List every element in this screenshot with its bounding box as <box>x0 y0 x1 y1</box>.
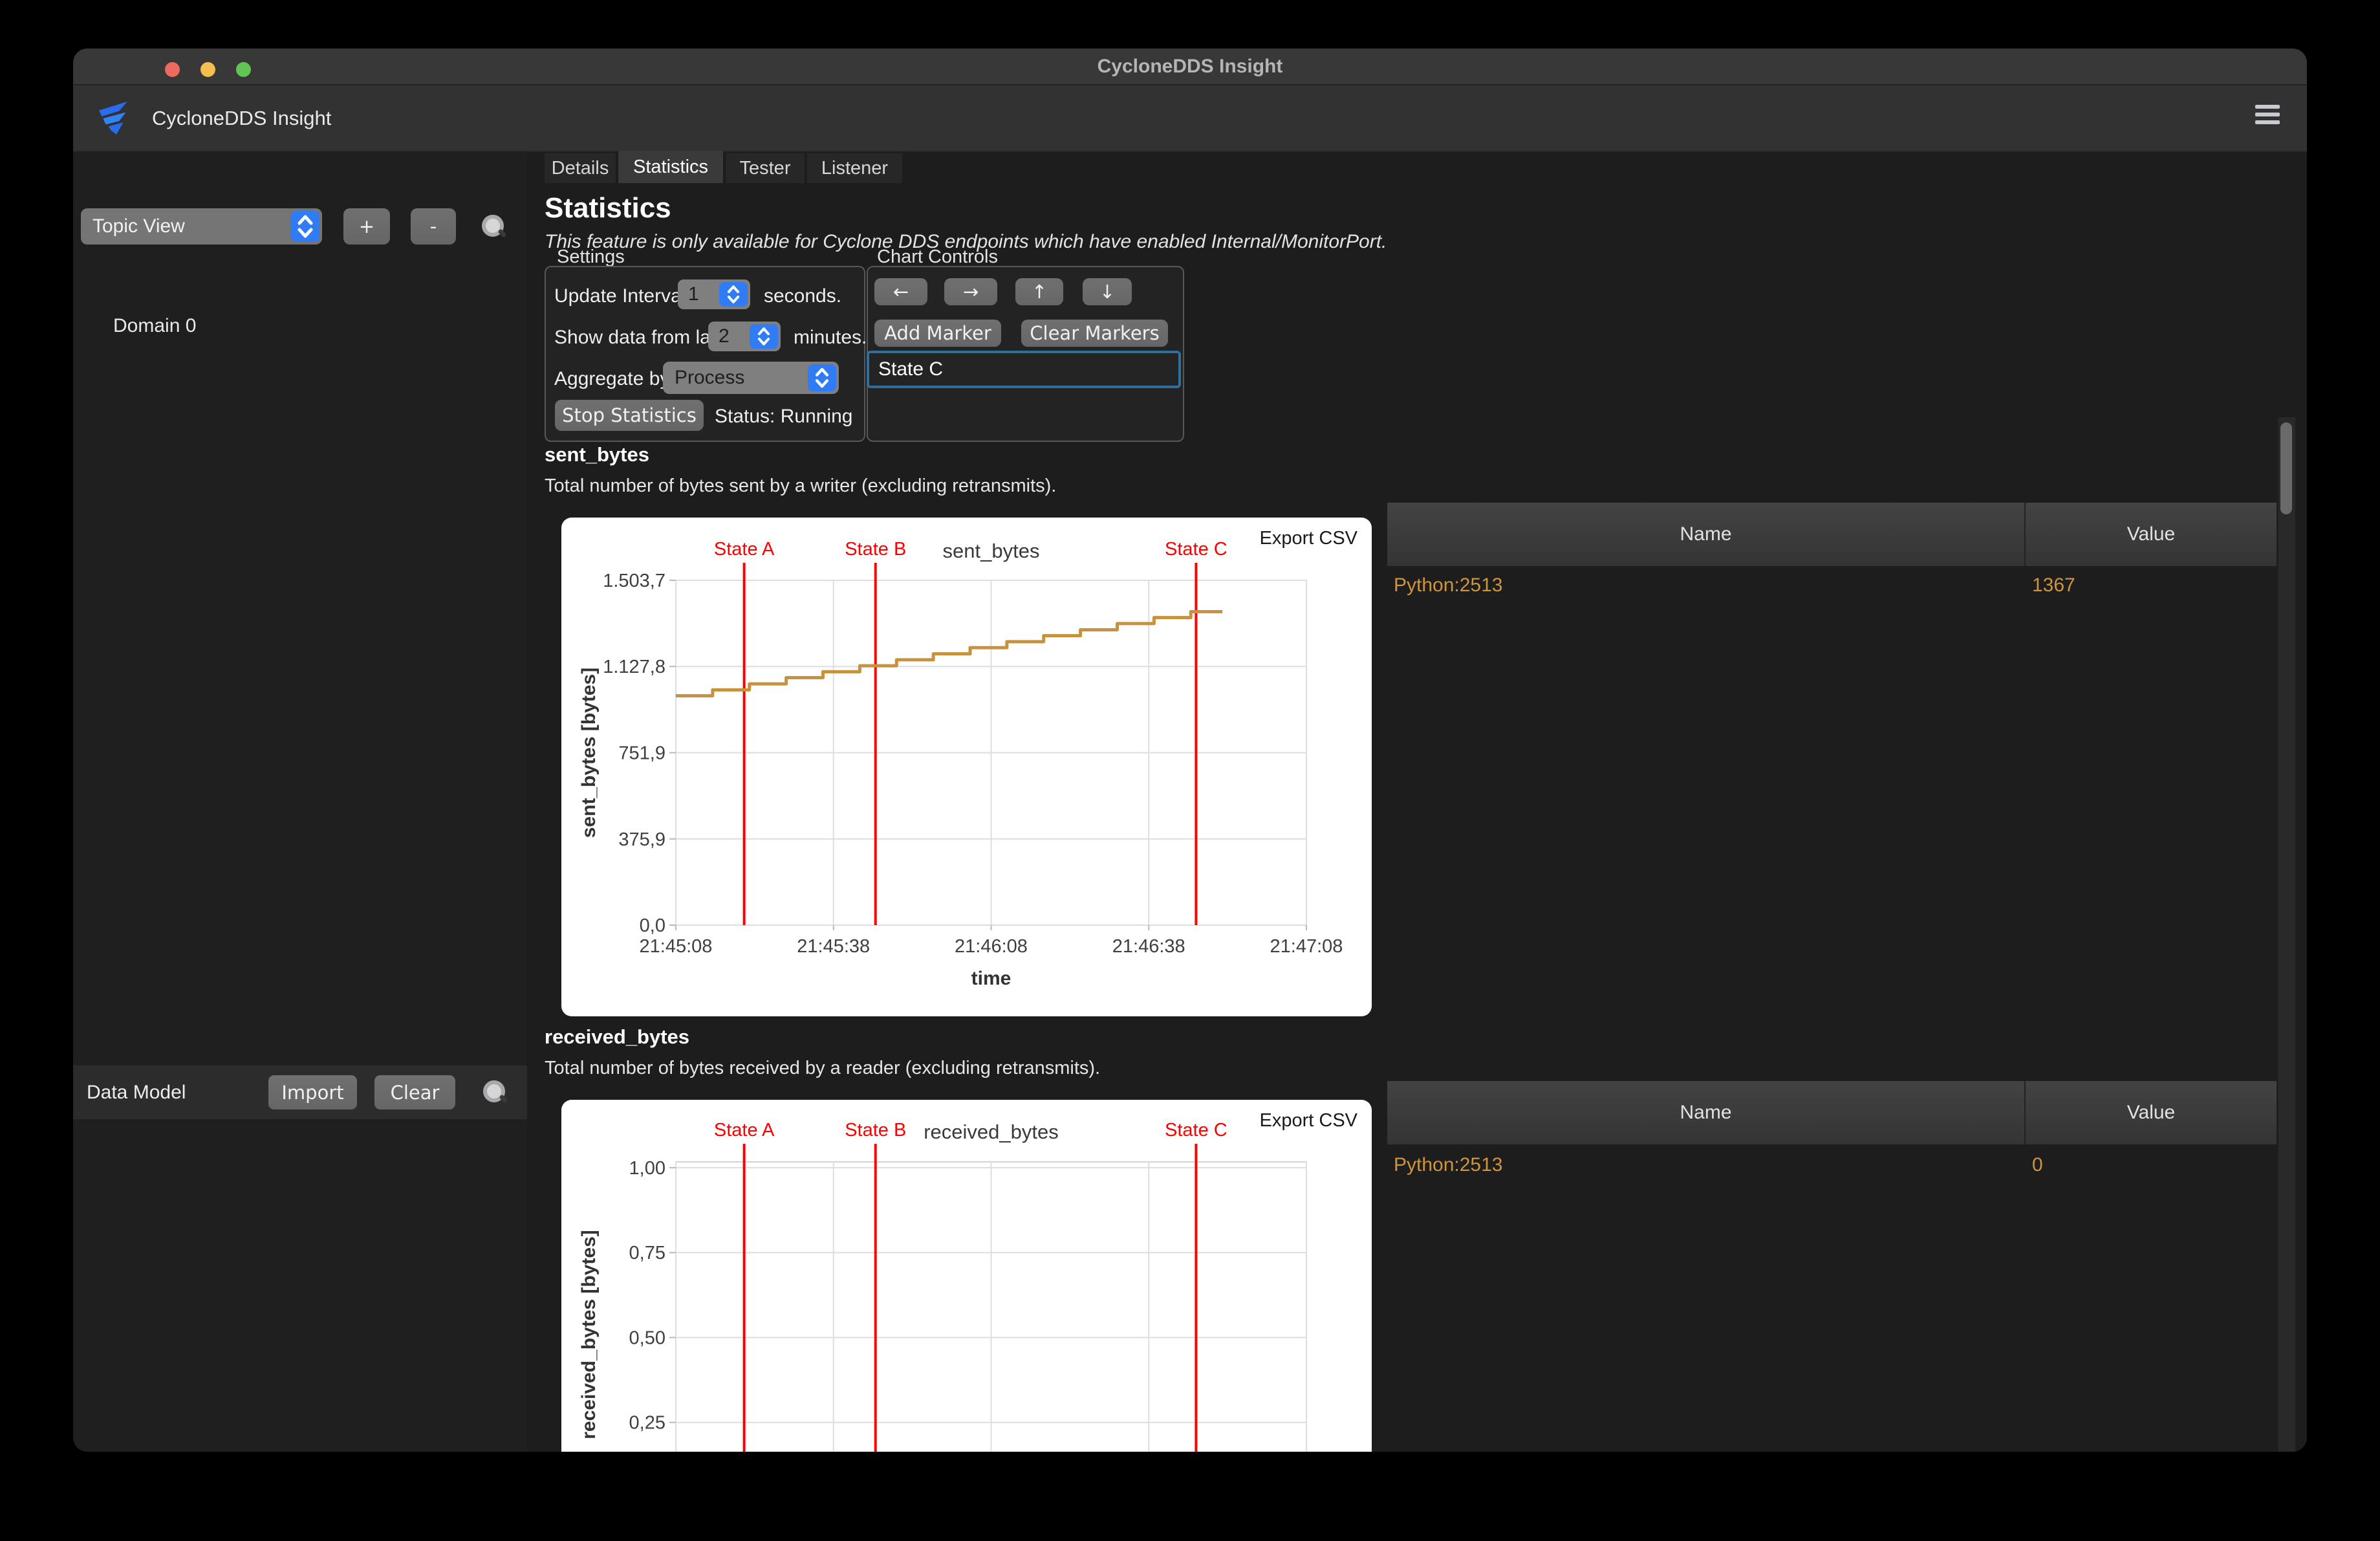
search-icon[interactable] <box>481 213 506 239</box>
show-data-label: Show data from last <box>554 327 726 349</box>
svg-text:21:47:08: 21:47:08 <box>1270 936 1343 957</box>
section-desc-received-bytes: Total number of bytes received by a read… <box>545 1058 1100 1079</box>
view-selector-value: Topic View <box>92 208 185 245</box>
column-header-value[interactable]: Value <box>2026 503 2277 566</box>
svg-text:sent_bytes [bytes]: sent_bytes [bytes] <box>578 668 600 838</box>
svg-text:21:46:08: 21:46:08 <box>955 936 1028 957</box>
section-title-sent-bytes: sent_bytes <box>545 443 649 466</box>
stop-statistics-button[interactable]: Stop Statistics <box>555 400 704 431</box>
settings-group-label: Settings <box>557 246 625 268</box>
svg-text:time: time <box>971 968 1012 989</box>
pan-right-button[interactable]: → <box>944 278 997 305</box>
svg-text:1.127,8: 1.127,8 <box>603 657 665 677</box>
section-desc-sent-bytes: Total number of bytes sent by a writer (… <box>545 475 1056 497</box>
section-title-received-bytes: received_bytes <box>545 1025 689 1049</box>
svg-text:State B: State B <box>845 539 906 560</box>
marker-name-input[interactable] <box>867 351 1181 388</box>
remove-view-button[interactable]: - <box>411 208 456 245</box>
tab-details[interactable]: Details <box>545 153 616 183</box>
svg-text:21:45:08: 21:45:08 <box>640 936 713 957</box>
row-name: Python:2513 <box>1387 574 2024 596</box>
chevron-updown-icon <box>808 364 836 391</box>
column-header-name[interactable]: Name <box>1387 1081 2026 1144</box>
data-model-label: Data Model <box>87 1066 186 1119</box>
svg-text:0,50: 0,50 <box>629 1328 665 1348</box>
column-header-name[interactable]: Name <box>1387 503 2026 566</box>
chevron-updown-icon <box>291 211 319 242</box>
row-name: Python:2513 <box>1387 1154 2024 1176</box>
app-name: CycloneDDS Insight <box>152 85 331 151</box>
pan-up-button[interactable]: ↑ <box>1015 278 1063 305</box>
clear-button[interactable]: Clear <box>374 1075 455 1109</box>
table-row[interactable]: Python:2513 0 <box>1387 1148 2277 1182</box>
svg-text:0,75: 0,75 <box>629 1243 665 1263</box>
row-value: 0 <box>2024 1154 2043 1176</box>
update-interval-stepper[interactable]: 1 <box>678 279 750 309</box>
chart-controls-group-label: Chart Controls <box>877 246 998 268</box>
menu-icon[interactable] <box>2255 105 2280 131</box>
svg-text:State B: State B <box>845 1120 906 1141</box>
titlebar[interactable]: CycloneDDS Insight <box>73 49 2307 85</box>
update-interval-label: Update Interval: <box>554 285 691 307</box>
chevron-updown-icon <box>750 324 778 349</box>
received-bytes-table: Name Value Python:2513 0 <box>1387 1081 2277 1185</box>
svg-text:0,25: 0,25 <box>629 1413 665 1434</box>
show-data-stepper[interactable]: 2 <box>708 322 781 351</box>
tree-item-domain-0[interactable]: Domain 0 <box>113 315 196 337</box>
tab-listener[interactable]: Listener <box>807 153 902 183</box>
svg-text:State C: State C <box>1165 1120 1228 1141</box>
svg-text:21:46:38: 21:46:38 <box>1112 936 1185 957</box>
svg-text:21:45:38: 21:45:38 <box>797 936 870 957</box>
status-label: Status: Running <box>715 406 852 428</box>
data-model-bar: Data Model Import Clear <box>73 1066 527 1119</box>
svg-text:State A: State A <box>714 539 775 560</box>
svg-text:State C: State C <box>1165 539 1228 560</box>
add-view-button[interactable]: + <box>343 208 390 245</box>
received-bytes-chart: Export CSV 1,000,750,500,2521:45:0821:45… <box>561 1100 1372 1452</box>
sent-bytes-chart: Export CSV 0,0375,9751,91.127,81.503,721… <box>561 518 1372 1016</box>
aggregate-value: Process <box>675 362 744 394</box>
vertical-scrollbar[interactable] <box>2277 417 2295 1452</box>
page-title: Statistics <box>545 192 671 224</box>
table-row[interactable]: Python:2513 1367 <box>1387 569 2277 602</box>
tab-tester[interactable]: Tester <box>726 153 805 183</box>
chevron-updown-icon <box>719 282 748 307</box>
svg-text:375,9: 375,9 <box>618 829 665 850</box>
app-window: CycloneDDS Insight CycloneDDS Insight To… <box>73 49 2307 1452</box>
add-marker-button[interactable]: Add Marker <box>874 320 1001 347</box>
window-title: CycloneDDS Insight <box>73 49 2307 84</box>
svg-text:1.503,7: 1.503,7 <box>603 571 665 591</box>
aggregate-label: Aggregate by: <box>554 368 675 390</box>
data-model-search-icon[interactable] <box>482 1079 508 1105</box>
svg-text:751,9: 751,9 <box>618 743 665 763</box>
sent-bytes-table: Name Value Python:2513 1367 <box>1387 503 2277 606</box>
svg-text:State A: State A <box>714 1120 775 1141</box>
update-interval-value: 1 <box>688 279 699 309</box>
import-button[interactable]: Import <box>268 1075 357 1109</box>
show-data-value: 2 <box>719 322 730 351</box>
svg-text:0,0: 0,0 <box>640 915 665 936</box>
clear-markers-button[interactable]: Clear Markers <box>1021 320 1168 347</box>
tab-statistics[interactable]: Statistics <box>618 151 723 183</box>
view-selector-dropdown[interactable]: Topic View <box>81 208 322 245</box>
pan-left-button[interactable]: ← <box>874 278 927 305</box>
update-interval-suffix: seconds. <box>764 285 841 307</box>
svg-text:received_bytes [bytes]: received_bytes [bytes] <box>578 1230 600 1439</box>
show-data-suffix: minutes. <box>794 327 867 349</box>
app-header: CycloneDDS Insight <box>73 85 2307 152</box>
svg-text:received_bytes: received_bytes <box>924 1120 1059 1143</box>
sidebar: Topic View + - Domain 0 Data Model Impor… <box>73 152 527 1452</box>
svg-text:1,00: 1,00 <box>629 1158 665 1179</box>
svg-text:sent_bytes: sent_bytes <box>943 540 1040 562</box>
column-header-value[interactable]: Value <box>2026 1081 2277 1144</box>
cyclonedds-logo-icon <box>96 100 134 137</box>
pan-down-button[interactable]: ↓ <box>1083 278 1132 305</box>
row-value: 1367 <box>2024 574 2075 596</box>
aggregate-dropdown[interactable]: Process <box>663 362 839 394</box>
scrollbar-thumb[interactable] <box>2280 422 2292 514</box>
